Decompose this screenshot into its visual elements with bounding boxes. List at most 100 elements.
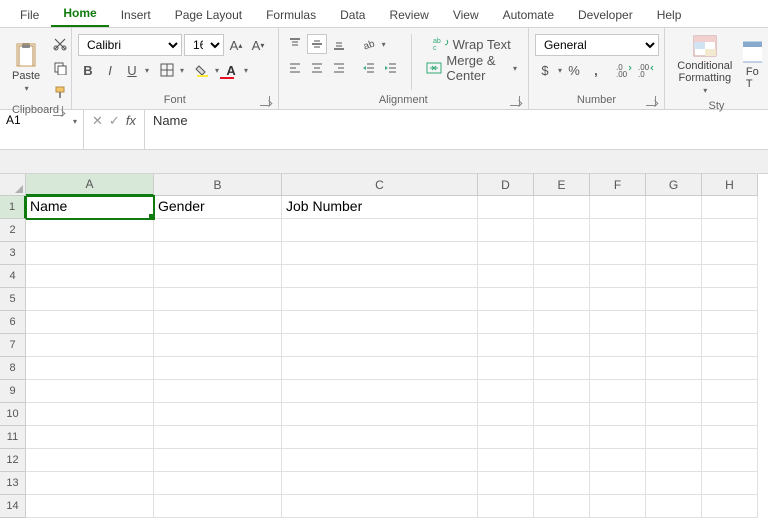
menu-tab-home[interactable]: Home: [51, 0, 108, 27]
menu-tab-insert[interactable]: Insert: [109, 2, 163, 27]
formula-input[interactable]: Name: [145, 110, 768, 149]
cell-A2[interactable]: [26, 219, 154, 242]
cell-F3[interactable]: [590, 242, 646, 265]
row-header-12[interactable]: 12: [0, 449, 26, 472]
cell-H7[interactable]: [702, 334, 758, 357]
column-header-H[interactable]: H: [702, 174, 758, 196]
menu-tab-data[interactable]: Data: [328, 2, 377, 27]
cell-D11[interactable]: [478, 426, 534, 449]
cell-A7[interactable]: [26, 334, 154, 357]
cell-B12[interactable]: [154, 449, 282, 472]
cell-D4[interactable]: [478, 265, 534, 288]
cell-E7[interactable]: [534, 334, 590, 357]
decrease-font-button[interactable]: A▾: [248, 35, 268, 55]
cell-A4[interactable]: [26, 265, 154, 288]
cell-F4[interactable]: [590, 265, 646, 288]
chevron-down-icon[interactable]: ▾: [382, 40, 386, 49]
row-header-9[interactable]: 9: [0, 380, 26, 403]
font-size-select[interactable]: 16: [184, 34, 224, 56]
chevron-down-icon[interactable]: ▾: [180, 66, 184, 75]
cell-E10[interactable]: [534, 403, 590, 426]
conditional-formatting-button[interactable]: ConditionalFormatting ▾: [671, 32, 739, 98]
menu-tab-review[interactable]: Review: [377, 2, 440, 27]
underline-button[interactable]: U: [122, 60, 142, 80]
row-header-14[interactable]: 14: [0, 495, 26, 518]
cell-E8[interactable]: [534, 357, 590, 380]
cell-B11[interactable]: [154, 426, 282, 449]
cell-D13[interactable]: [478, 472, 534, 495]
cell-B10[interactable]: [154, 403, 282, 426]
row-header-6[interactable]: 6: [0, 311, 26, 334]
decrease-indent-button[interactable]: [359, 58, 379, 78]
increase-indent-button[interactable]: [381, 58, 401, 78]
cell-B4[interactable]: [154, 265, 282, 288]
cell-G4[interactable]: [646, 265, 702, 288]
cell-E9[interactable]: [534, 380, 590, 403]
cell-G12[interactable]: [646, 449, 702, 472]
cell-G6[interactable]: [646, 311, 702, 334]
cell-F9[interactable]: [590, 380, 646, 403]
cell-C2[interactable]: [282, 219, 478, 242]
cell-D1[interactable]: [478, 196, 534, 219]
cell-F14[interactable]: [590, 495, 646, 518]
merge-center-button[interactable]: Merge & Center ▾: [421, 58, 522, 78]
row-header-13[interactable]: 13: [0, 472, 26, 495]
row-header-1[interactable]: 1: [0, 196, 26, 219]
cell-H14[interactable]: [702, 495, 758, 518]
cell-F5[interactable]: [590, 288, 646, 311]
align-top-button[interactable]: [285, 34, 305, 54]
cut-button[interactable]: [50, 34, 70, 54]
cell-G2[interactable]: [646, 219, 702, 242]
cell-B9[interactable]: [154, 380, 282, 403]
row-header-2[interactable]: 2: [0, 219, 26, 242]
cell-D8[interactable]: [478, 357, 534, 380]
cell-B14[interactable]: [154, 495, 282, 518]
cell-A5[interactable]: [26, 288, 154, 311]
cell-D3[interactable]: [478, 242, 534, 265]
select-all-corner[interactable]: [0, 174, 26, 196]
chevron-down-icon[interactable]: ▾: [215, 66, 219, 75]
cell-H4[interactable]: [702, 265, 758, 288]
comma-format-button[interactable]: ,: [586, 60, 606, 80]
cell-D5[interactable]: [478, 288, 534, 311]
enter-formula-button[interactable]: ✓: [109, 113, 120, 129]
cell-C4[interactable]: [282, 265, 478, 288]
cell-A8[interactable]: [26, 357, 154, 380]
cell-C8[interactable]: [282, 357, 478, 380]
cell-E4[interactable]: [534, 265, 590, 288]
cell-A11[interactable]: [26, 426, 154, 449]
row-header-11[interactable]: 11: [0, 426, 26, 449]
align-bottom-button[interactable]: [329, 34, 349, 54]
cell-E14[interactable]: [534, 495, 590, 518]
menu-tab-automate[interactable]: Automate: [491, 2, 566, 27]
column-header-C[interactable]: C: [282, 174, 478, 196]
cell-B6[interactable]: [154, 311, 282, 334]
cell-B2[interactable]: [154, 219, 282, 242]
cell-C14[interactable]: [282, 495, 478, 518]
cell-H11[interactable]: [702, 426, 758, 449]
chevron-down-icon[interactable]: ▾: [558, 66, 562, 75]
cell-E3[interactable]: [534, 242, 590, 265]
cell-F8[interactable]: [590, 357, 646, 380]
align-middle-button[interactable]: [307, 34, 327, 54]
menu-tab-page-layout[interactable]: Page Layout: [163, 2, 254, 27]
cell-D6[interactable]: [478, 311, 534, 334]
cell-E6[interactable]: [534, 311, 590, 334]
cell-H9[interactable]: [702, 380, 758, 403]
cell-H2[interactable]: [702, 219, 758, 242]
cell-G10[interactable]: [646, 403, 702, 426]
font-dialog-launcher[interactable]: [260, 96, 270, 106]
cell-G14[interactable]: [646, 495, 702, 518]
orientation-button[interactable]: ab: [359, 34, 379, 54]
cell-D9[interactable]: [478, 380, 534, 403]
menu-tab-formulas[interactable]: Formulas: [254, 2, 328, 27]
borders-button[interactable]: [157, 60, 177, 80]
cell-H3[interactable]: [702, 242, 758, 265]
cell-A14[interactable]: [26, 495, 154, 518]
format-painter-button[interactable]: [50, 82, 70, 102]
row-header-5[interactable]: 5: [0, 288, 26, 311]
clipboard-dialog-launcher[interactable]: [53, 106, 63, 116]
cell-B1[interactable]: Gender: [154, 196, 282, 219]
cell-C9[interactable]: [282, 380, 478, 403]
cell-H5[interactable]: [702, 288, 758, 311]
